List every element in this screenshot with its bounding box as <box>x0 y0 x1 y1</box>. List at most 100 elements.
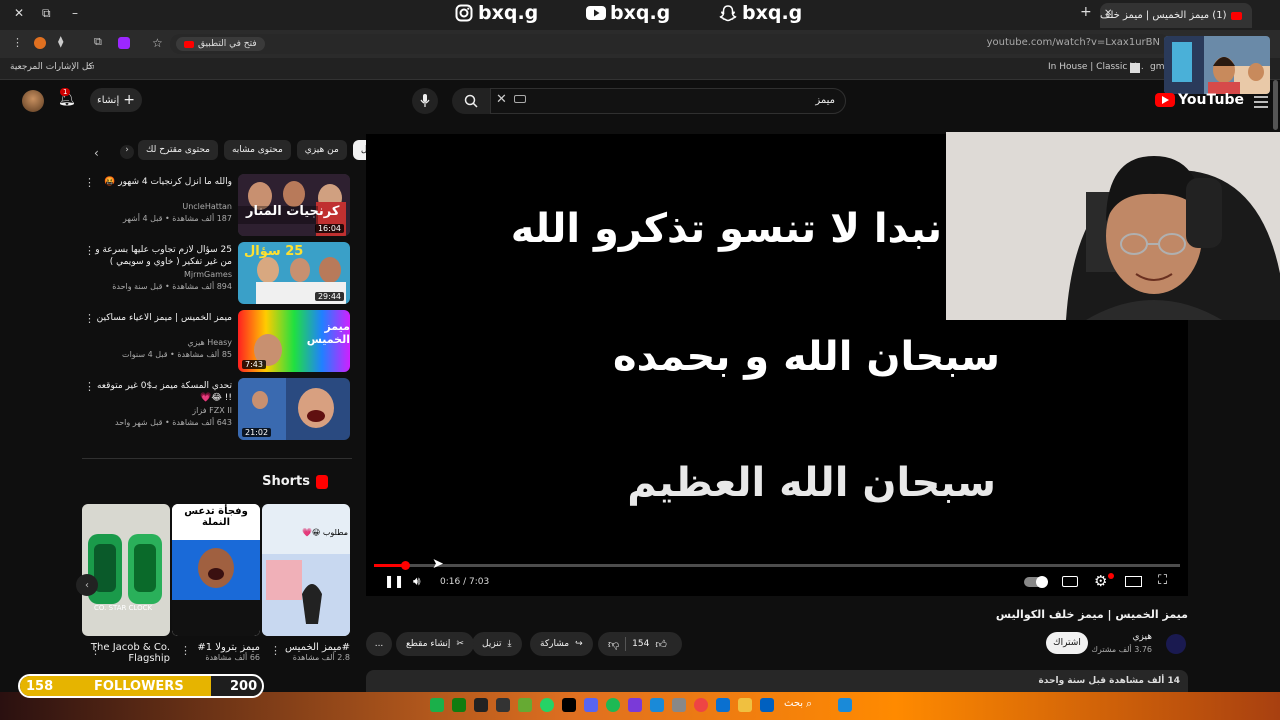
extensions-icon[interactable]: ⧫ <box>58 35 63 48</box>
more-options-icon[interactable]: ⋮ <box>84 380 95 393</box>
new-tab-button[interactable]: + <box>1080 4 1092 20</box>
chip-from-channel[interactable]: من هيزي <box>296 140 347 160</box>
channel-name[interactable]: Heasy هيزي <box>187 338 232 347</box>
video-thumbnail[interactable]: ميمز الخميس 7:43 <box>238 310 350 372</box>
video-title[interactable]: ميمز الخميس | ميمز الاعياء مساكين <box>92 312 232 324</box>
download-button[interactable]: تنزيل ⤓ <box>472 632 522 656</box>
taskbar-search-icon[interactable]: ⌕ <box>806 697 812 711</box>
x-app-icon[interactable] <box>474 698 488 712</box>
share-button[interactable]: مشاركة ↪ <box>530 632 593 656</box>
active-tab[interactable]: (1) ميمز الخميس | ميمز خلف <box>1100 3 1252 28</box>
addon-icon[interactable] <box>118 37 130 49</box>
clip-button[interactable]: إنشاء مقطع ✂ <box>396 632 474 656</box>
guide-menu-icon[interactable] <box>1254 96 1268 111</box>
recommended-video[interactable]: كرنجيات المنار 16:04 والله ما انزل كرنجي… <box>84 174 354 238</box>
task-view-icon[interactable] <box>760 698 774 712</box>
video-thumbnail[interactable]: 21:02 <box>238 378 350 440</box>
more-options-icon[interactable]: ⋮ <box>84 312 95 325</box>
media-play-icon[interactable] <box>430 698 444 712</box>
xbox-icon[interactable] <box>452 698 466 712</box>
more-options-icon[interactable]: ⋮ <box>84 176 95 189</box>
open-in-app-button[interactable]: فتح في التطبيق <box>176 37 265 51</box>
chrome-icon[interactable] <box>694 698 708 712</box>
chip-recommended[interactable]: محتوى مقترح لك <box>138 140 218 160</box>
tiktok-icon[interactable] <box>562 698 576 712</box>
short-thumbnail[interactable]: وفجأة تدعس النملة <box>172 504 260 636</box>
app-icon[interactable] <box>496 698 510 712</box>
thumbnail-text: 25 سؤال <box>244 244 304 259</box>
scrubber-handle[interactable] <box>401 561 410 570</box>
short-more-icon[interactable]: ⋮ <box>90 644 101 657</box>
like-count: 154 <box>632 639 650 649</box>
instagram-handle: bxq.g <box>454 2 538 24</box>
all-bookmarks-link[interactable]: كل الإشارات المرجعية <box>10 62 93 72</box>
channel-avatar[interactable] <box>1166 634 1186 654</box>
subscribe-button[interactable]: اشتراك <box>1046 632 1088 654</box>
dislike-icon[interactable]: 👎︎ <box>608 638 619 651</box>
taskbar-search[interactable]: بحث <box>784 698 803 709</box>
subtitles-icon[interactable] <box>1062 576 1078 587</box>
twitch-icon[interactable] <box>628 698 642 712</box>
channel-name[interactable]: UncleHattan <box>182 202 232 211</box>
app-icon[interactable] <box>650 698 664 712</box>
bookmark-star-icon[interactable]: ☆ <box>152 36 163 50</box>
youtube-logo[interactable]: YouTube <box>1155 92 1244 108</box>
pause-button-icon[interactable]: ❚❚ <box>384 574 404 588</box>
chips-scroll-left-icon[interactable]: ‹ <box>94 146 99 160</box>
more-actions-button[interactable]: ... <box>366 632 392 656</box>
minimize-window-button[interactable]: – <box>72 6 78 20</box>
spotify-icon[interactable] <box>606 698 620 712</box>
short-thumbnail[interactable]: مطلوب 😀💗 <box>262 504 350 636</box>
browser-menu-icon[interactable]: ⋮ <box>12 36 23 49</box>
edge-icon[interactable] <box>716 698 730 712</box>
extension-icon[interactable] <box>34 37 46 49</box>
progress-bar[interactable] <box>374 564 1180 567</box>
more-options-icon[interactable]: ⋮ <box>84 244 95 257</box>
chip-related[interactable]: محتوى مشابه <box>223 140 291 160</box>
create-button[interactable]: إنشاء + <box>90 88 142 112</box>
voice-search-button[interactable] <box>412 88 438 114</box>
restore-window-button[interactable]: ⧉ <box>42 6 51 21</box>
video-caption-line: نبدا لا تنسو تذكرو الله <box>510 206 942 252</box>
video-title[interactable]: والله ما انزل كرنجيات 4 شهور 🤬 <box>92 176 232 188</box>
shorts-logo-icon <box>316 474 328 489</box>
search-input[interactable] <box>490 88 846 114</box>
whatsapp-icon[interactable] <box>540 698 554 712</box>
channel-name[interactable]: هيزي <box>1133 632 1152 642</box>
screenshot-icon[interactable]: ⧉ <box>94 35 102 49</box>
app-icon[interactable] <box>672 698 686 712</box>
shorts-prev-button[interactable]: ‹ <box>76 574 98 596</box>
volume-icon[interactable]: 🔊︎ <box>413 574 421 589</box>
app-icon[interactable] <box>518 698 532 712</box>
video-thumbnail[interactable]: كرنجيات المنار 16:04 <box>238 174 350 236</box>
recommended-video[interactable]: 25 سؤال 29:44 25 سؤال لازم تجاوب عليها ب… <box>84 242 354 306</box>
bookmark-item[interactable]: gm <box>1150 62 1164 72</box>
video-caption-line: سبحان الله العظيم <box>627 460 996 506</box>
video-title[interactable]: تحدي المسكة ميمز بـ$0 غير متوقعه !! 😂💗 <box>92 380 232 404</box>
channel-name[interactable]: FZX II فزاز <box>192 406 232 415</box>
close-tab-button[interactable]: ✕ <box>1104 8 1112 19</box>
page-scrollbar[interactable] <box>1273 80 1278 130</box>
short-more-icon[interactable]: ⋮ <box>270 644 281 657</box>
search-button[interactable] <box>452 88 490 114</box>
short-more-icon[interactable]: ⋮ <box>180 644 191 657</box>
settings-gear-icon[interactable]: ⚙ <box>1094 572 1107 590</box>
file-explorer-icon[interactable] <box>738 698 752 712</box>
discord-icon[interactable] <box>584 698 598 712</box>
chips-scroll-icon[interactable]: › <box>120 145 134 159</box>
fullscreen-icon[interactable]: ⛶ <box>1158 573 1167 588</box>
close-window-button[interactable]: ✕ <box>14 6 24 20</box>
short-thumbnail[interactable]: CO. STAR CLOCK <box>82 504 170 636</box>
video-thumbnail[interactable]: 25 سؤال 29:44 <box>238 242 350 304</box>
channel-name[interactable]: MjrmGames <box>184 270 232 279</box>
theater-mode-icon[interactable] <box>1125 576 1142 587</box>
clear-search-icon[interactable]: ✕ <box>496 92 507 107</box>
recommended-video[interactable]: 21:02 تحدي المسكة ميمز بـ$0 غير متوقعه !… <box>84 378 354 442</box>
video-title[interactable]: 25 سؤال لازم تجاوب عليها بسرعة و من غير … <box>92 244 232 268</box>
account-avatar[interactable] <box>22 90 44 112</box>
clip-label: إنشاء مقطع <box>406 639 451 649</box>
like-icon[interactable]: 👍︎ <box>655 638 667 651</box>
keyboard-icon[interactable] <box>514 95 526 103</box>
recommended-video[interactable]: ميمز الخميس 7:43 ميمز الخميس | ميمز الاع… <box>84 310 354 374</box>
windows-start-icon[interactable] <box>838 698 852 712</box>
